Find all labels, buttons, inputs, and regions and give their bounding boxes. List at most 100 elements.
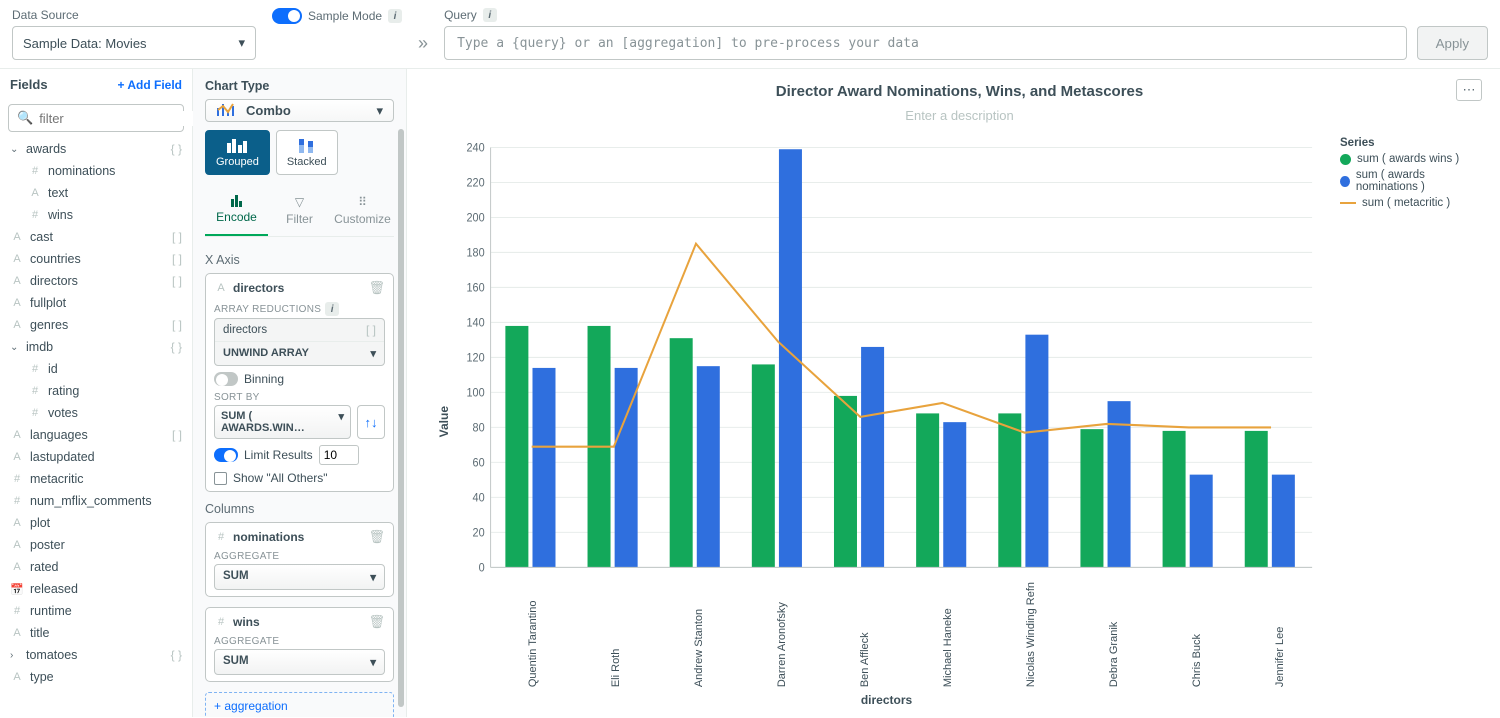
legend-title: Series (1340, 137, 1482, 149)
field-type-icon: A (10, 231, 24, 243)
field-languages[interactable]: Alanguages[ ] (0, 424, 192, 446)
legend-item[interactable]: sum ( metacritic ) (1340, 197, 1482, 209)
query-input[interactable] (444, 26, 1407, 60)
tab-customize[interactable]: ⠿ Customize (331, 189, 394, 236)
field-title[interactable]: Atitle (0, 622, 192, 644)
svg-text:40: 40 (473, 492, 485, 504)
data-source-select[interactable]: Sample Data: Movies ▾ (12, 26, 256, 60)
field-label: rating (48, 384, 79, 398)
chart-menu-button[interactable]: ⋯ (1456, 79, 1482, 101)
chart-type-value: Combo (246, 103, 368, 118)
field-rated[interactable]: Arated (0, 556, 192, 578)
field-type[interactable]: Atype (0, 666, 192, 688)
field-label: tomatoes (26, 648, 77, 662)
svg-text:120: 120 (466, 352, 484, 364)
sort-by-select[interactable]: SUM ( AWARDS.WIN…▾ (214, 405, 351, 439)
array-reduction-select[interactable]: directors[ ] UNWIND ARRAY▾ (214, 318, 385, 366)
grouped-icon (226, 137, 248, 153)
field-released[interactable]: 📅released (0, 578, 192, 600)
info-icon[interactable]: i (388, 9, 402, 23)
add-field-button[interactable]: + Add Field (117, 78, 182, 92)
field-votes[interactable]: #votes (0, 402, 192, 424)
encode-icon (230, 195, 244, 207)
field-label: id (48, 362, 58, 376)
field-type-icon: # (10, 605, 24, 617)
chart-description[interactable]: Enter a description (437, 108, 1482, 123)
chart-title[interactable]: Director Award Nominations, Wins, and Me… (437, 83, 1482, 100)
show-all-others-checkbox[interactable] (214, 472, 227, 485)
field-num_mflix_comments[interactable]: #num_mflix_comments (0, 490, 192, 512)
field-type-icon: A (10, 539, 24, 551)
field-metacritic[interactable]: #metacritic (0, 468, 192, 490)
field-directors[interactable]: Adirectors[ ] (0, 270, 192, 292)
object-icon: { } (171, 340, 182, 354)
field-tomatoes[interactable]: ›tomatoes{ } (0, 644, 192, 666)
legend-item[interactable]: sum ( awards nominations ) (1340, 169, 1482, 193)
limit-input[interactable] (319, 445, 359, 465)
aggregate-select[interactable]: SUM▾ (214, 649, 385, 675)
field-genres[interactable]: Agenres[ ] (0, 314, 192, 336)
x-tick-label: Michael Haneke (942, 582, 954, 687)
field-runtime[interactable]: #runtime (0, 600, 192, 622)
binning-toggle[interactable] (214, 372, 238, 386)
field-imdb[interactable]: ⌄imdb{ } (0, 336, 192, 358)
stacked-icon (296, 137, 318, 153)
field-fullplot[interactable]: Afullplot (0, 292, 192, 314)
field-plot[interactable]: Aplot (0, 512, 192, 534)
field-lastupdated[interactable]: Alastupdated (0, 446, 192, 468)
legend-item[interactable]: sum ( awards wins ) (1340, 153, 1482, 165)
array-icon: [ ] (172, 428, 182, 442)
limit-toggle[interactable] (214, 448, 238, 462)
field-cast[interactable]: Acast[ ] (0, 226, 192, 248)
sort-direction-button[interactable]: ↑↓ (357, 405, 385, 439)
field-text[interactable]: Atext (0, 182, 192, 204)
field-type-icon: # (28, 209, 42, 221)
field-type-icon: # (28, 385, 42, 397)
aggregate-select[interactable]: SUM▾ (214, 564, 385, 590)
field-poster[interactable]: Aposter (0, 534, 192, 556)
apply-button[interactable]: Apply (1417, 26, 1488, 60)
sample-mode-toggle[interactable] (272, 8, 302, 24)
config-panel: Chart Type Combo ▾ Grouped Stacked Encod… (193, 69, 407, 717)
field-label: rated (30, 560, 59, 574)
arrow-separator-icon: » (418, 33, 428, 54)
grouped-button[interactable]: Grouped (205, 130, 270, 175)
field-type-icon: A (10, 253, 24, 265)
info-icon[interactable]: i (483, 8, 497, 22)
array-icon: [ ] (172, 318, 182, 332)
field-nominations[interactable]: #nominations (0, 160, 192, 182)
fields-filter[interactable]: 🔍 (8, 104, 184, 132)
field-type-icon: # (10, 495, 24, 507)
x-tick-label: Andrew Stanton (693, 582, 705, 687)
field-wins[interactable]: #wins (0, 204, 192, 226)
stacked-button[interactable]: Stacked (276, 130, 338, 175)
field-id[interactable]: #id (0, 358, 192, 380)
x-axis-title: directors (451, 693, 1322, 707)
field-label: released (30, 582, 78, 596)
field-rating[interactable]: # rating (0, 380, 192, 402)
x-tick-label: Ben Affleck (859, 582, 871, 687)
field-awards[interactable]: ⌄awards{ } (0, 138, 192, 160)
legend-swatch (1340, 154, 1351, 165)
trash-icon[interactable]: 🗑 (368, 614, 385, 630)
info-icon[interactable]: i (325, 302, 339, 316)
trash-icon[interactable]: 🗑 (368, 280, 385, 296)
field-countries[interactable]: Acountries[ ] (0, 248, 192, 270)
field-label: type (30, 670, 54, 684)
field-label: metacritic (30, 472, 83, 486)
column-field: wins (233, 615, 260, 629)
field-label: votes (48, 406, 78, 420)
chart-type-select[interactable]: Combo ▾ (205, 99, 394, 122)
array-icon: [ ] (366, 323, 376, 337)
string-type-icon: A (214, 282, 228, 294)
field-type-icon: A (10, 429, 24, 441)
legend-label: sum ( awards nominations ) (1356, 169, 1482, 193)
tab-filter[interactable]: ▽ Filter (268, 189, 331, 236)
number-type-icon: # (214, 531, 228, 543)
tab-encode[interactable]: Encode (205, 189, 268, 236)
array-icon: [ ] (172, 274, 182, 288)
fields-filter-input[interactable] (39, 111, 215, 126)
add-aggregation-button[interactable]: + aggregation (205, 692, 394, 717)
data-source-block: Data Source Sample Data: Movies ▾ (12, 8, 256, 60)
trash-icon[interactable]: 🗑 (368, 529, 385, 545)
